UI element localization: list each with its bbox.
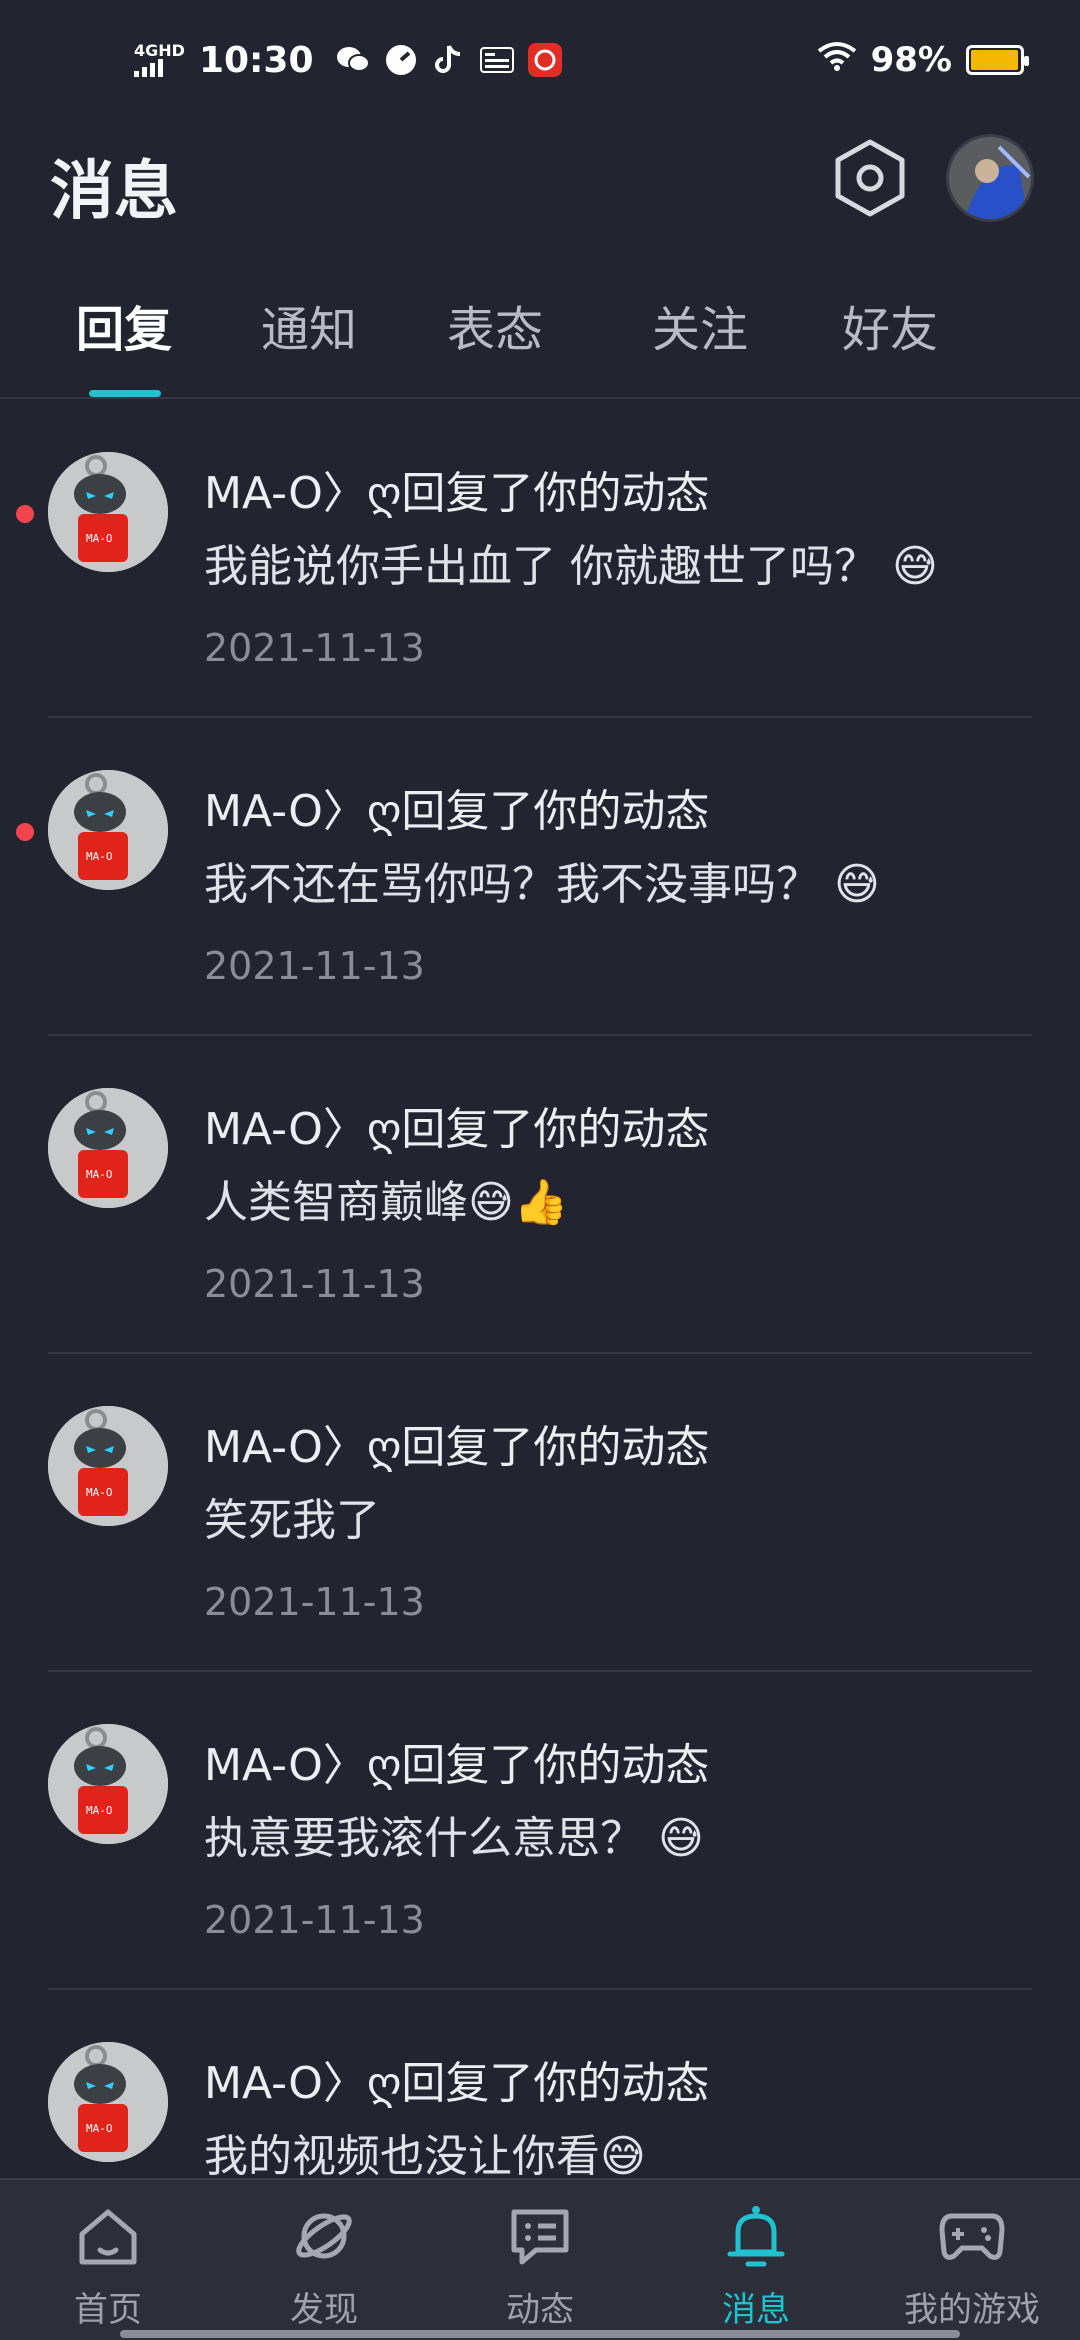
message-date: 2021-11-13 — [204, 1262, 425, 1306]
svg-text:MA-O: MA-O — [86, 1168, 113, 1181]
message-text: 我不还在骂你吗？我不没事吗？ 😅 — [204, 859, 880, 910]
battery-icon — [966, 45, 1029, 75]
message-text: 我的视频也没让你看😅 — [204, 2131, 646, 2178]
nav-home[interactable]: 首页 — [0, 2180, 216, 2340]
nav-discover[interactable]: 发现 — [216, 2180, 432, 2340]
gear-icon — [834, 138, 906, 222]
sender-avatar[interactable]: MA-O — [48, 770, 168, 890]
status-time: 10:30 — [198, 39, 314, 81]
unread-dot — [16, 505, 34, 523]
bottom-nav: 首页 发现 动态 消息 我的游戏 — [0, 2178, 1080, 2340]
sender-avatar[interactable]: MA-O — [48, 1724, 168, 1844]
gamepad-icon — [938, 2202, 1006, 2270]
svg-text:MA-O: MA-O — [86, 1804, 113, 1817]
sender-avatar[interactable]: MA-O — [48, 1088, 168, 1208]
message-header: MA-O〉ღ回复了你的动态 — [204, 1729, 709, 1793]
sender-name[interactable]: MA-O〉ღ — [204, 1104, 401, 1155]
sender-avatar[interactable]: MA-O — [48, 2042, 168, 2162]
unread-dot — [16, 823, 34, 841]
message-text: 我能说你手出血了 你就趣世了吗？ 😅 — [204, 541, 938, 592]
message-date: 2021-11-13 — [204, 1898, 425, 1942]
speed-icon — [384, 43, 418, 77]
pinduoduo-icon — [527, 43, 562, 77]
message-date: 2021-11-13 — [204, 944, 425, 988]
message-action: 回复了你的动态 — [401, 2058, 710, 2109]
settings-button[interactable] — [834, 138, 906, 222]
tab-reply[interactable]: 回复 — [76, 290, 172, 360]
message-action: 回复了你的动态 — [401, 1422, 710, 1473]
home-indicator[interactable] — [120, 2330, 960, 2338]
user-avatar[interactable] — [946, 134, 1034, 222]
sender-name[interactable]: MA-O〉ღ — [204, 1740, 401, 1791]
active-tab-indicator — [89, 390, 161, 397]
svg-text:MA-O: MA-O — [86, 1486, 113, 1499]
message-action: 回复了你的动态 — [401, 786, 710, 837]
message-action: 回复了你的动态 — [401, 1104, 710, 1155]
battery-percent: 98% — [870, 40, 952, 80]
page-title: 消息 — [50, 155, 178, 229]
nav-feed-label: 动态 — [506, 2290, 574, 2330]
tab-notice[interactable]: 通知 — [261, 290, 357, 360]
message-tabs: 回复 通知 表态 关注 好友 — [0, 290, 1080, 400]
sender-name[interactable]: MA-O〉ღ — [204, 468, 401, 519]
message-text: 人类智商巅峰😅👍 — [204, 1177, 569, 1228]
svg-text:MA-O: MA-O — [86, 850, 113, 863]
message-action: 回复了你的动态 — [401, 468, 710, 519]
message-date: 2021-11-13 — [204, 626, 425, 670]
sender-name[interactable]: MA-O〉ღ — [204, 786, 401, 837]
message-item[interactable]: MA-O MA-O〉ღ回复了你的动态我不还在骂你吗？我不没事吗？ 😅 2021-11… — [0, 718, 1080, 1036]
sender-avatar[interactable]: MA-O — [48, 452, 168, 572]
svg-text:MA-O: MA-O — [86, 532, 113, 545]
message-header: MA-O〉ღ回复了你的动态 — [204, 457, 709, 521]
message-text: 笑死我了 — [204, 1495, 380, 1546]
nav-home-label: 首页 — [74, 2290, 142, 2330]
nav-feed[interactable]: 动态 — [432, 2180, 648, 2340]
bell-icon — [722, 2202, 790, 2270]
signal-icon: 4GHD — [134, 43, 185, 77]
message-header: MA-O〉ღ回复了你的动态 — [204, 775, 709, 839]
message-item[interactable]: MA-O MA-O〉ღ回复了你的动态我能说你手出血了 你就趣世了吗？ 😅 2021-… — [0, 400, 1080, 718]
header: 消息 — [0, 130, 1080, 230]
planet-icon — [290, 2202, 358, 2270]
toutiao-icon — [479, 43, 514, 77]
nav-my-games-label: 我的游戏 — [904, 2290, 1040, 2330]
message-list: MA-O MA-O〉ღ回复了你的动态 我能说你手出血了 你就趣世了吗？ 😅 2021-… — [0, 400, 1080, 2178]
message-header: MA-O〉ღ回复了你的动态 — [204, 1411, 709, 1475]
sender-avatar[interactable]: MA-O — [48, 1406, 168, 1526]
svg-text:MA-O: MA-O — [86, 2122, 113, 2135]
nav-messages[interactable]: 消息 — [648, 2180, 864, 2340]
wechat-icon — [336, 43, 370, 77]
message-text: 执意要我滚什么意思？ 😅 — [204, 1813, 704, 1864]
network-type: 4GHD — [134, 41, 185, 60]
tabs-divider — [0, 397, 1080, 399]
sender-name[interactable]: MA-O〉ღ — [204, 2058, 401, 2109]
message-item[interactable]: MA-O MA-O〉ღ回复了你的动态我的视频也没让你看😅 — [0, 1990, 1080, 2178]
nav-discover-label: 发现 — [290, 2290, 358, 2330]
wifi-icon — [817, 40, 857, 80]
tab-friends[interactable]: 好友 — [842, 290, 938, 360]
sender-name[interactable]: MA-O〉ღ — [204, 1422, 401, 1473]
message-item[interactable]: MA-O MA-O〉ღ回复了你的动态人类智商巅峰😅👍 2021-11-13 — [0, 1036, 1080, 1354]
message-header: MA-O〉ღ回复了你的动态 — [204, 1093, 709, 1157]
message-action: 回复了你的动态 — [401, 1740, 710, 1791]
tab-reaction[interactable]: 表态 — [447, 290, 543, 360]
message-header: MA-O〉ღ回复了你的动态 — [204, 2047, 709, 2111]
message-item[interactable]: MA-O MA-O〉ღ回复了你的动态执意要我滚什么意思？ 😅 2021-11-13 — [0, 1672, 1080, 1990]
nav-messages-label: 消息 — [722, 2290, 790, 2330]
chat-icon — [506, 2202, 574, 2270]
nav-my-games[interactable]: 我的游戏 — [864, 2180, 1080, 2340]
tab-follow[interactable]: 关注 — [652, 290, 748, 360]
home-icon — [74, 2202, 142, 2270]
status-bar: 4GHD 10:30 98% — [0, 0, 1080, 120]
tiktok-icon — [432, 43, 466, 77]
message-date: 2021-11-13 — [204, 1580, 425, 1624]
message-item[interactable]: MA-O MA-O〉ღ回复了你的动态 笑死我了 2021-11-13 — [0, 1354, 1080, 1672]
